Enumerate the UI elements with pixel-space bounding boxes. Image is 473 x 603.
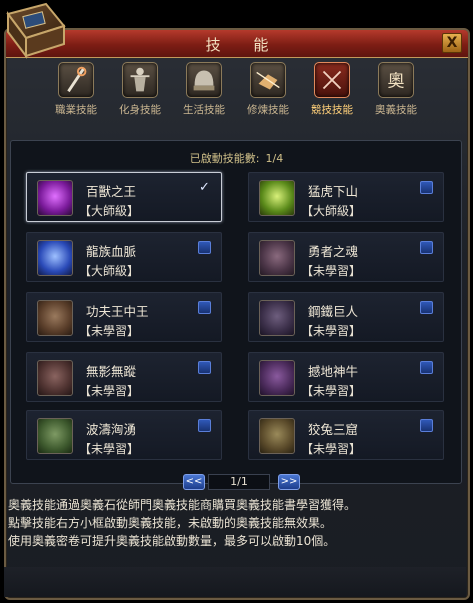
- skill-activate-checkbox[interactable]: [420, 181, 433, 194]
- tab-label: 修煉技能: [247, 104, 289, 116]
- ao-glyph-icon: 奧: [378, 62, 414, 98]
- description-line: 點擊技能右方小框啟動奧義技能，未啟動的奧義技能無效果。: [8, 516, 333, 530]
- bull-icon: [259, 360, 295, 396]
- skill-level: 【未學習】: [301, 264, 362, 278]
- next-page-button[interactable]: >>: [278, 474, 300, 490]
- skill-slot[interactable]: 波濤洶湧 【未學習】: [26, 410, 222, 460]
- skill-level: 【未學習】: [79, 324, 140, 338]
- skill-slot[interactable]: 功夫王中王 【未學習】: [26, 292, 222, 342]
- skill-name: 勇者之魂: [308, 244, 359, 259]
- lion-icon: [37, 180, 73, 216]
- enabled-count: 1/4: [265, 152, 284, 165]
- skill-activate-checkbox[interactable]: [198, 361, 211, 374]
- skill-activate-checkbox[interactable]: [198, 419, 211, 432]
- skill-name: 撼地神牛: [308, 364, 359, 379]
- skill-level: 【未學習】: [79, 442, 140, 456]
- skill-name: 無影無蹤: [86, 364, 137, 379]
- giant-icon: [259, 300, 295, 336]
- skill-level: 【未學習】: [301, 442, 362, 456]
- skill-activate-checkbox[interactable]: [420, 419, 433, 432]
- tab-profession-skills[interactable]: 職業技能: [46, 62, 106, 117]
- skill-name: 功夫王中王: [86, 304, 149, 319]
- warrior-icon: [122, 62, 158, 98]
- fist-icon: [250, 62, 286, 98]
- skill-name: 波濤洶湧: [86, 422, 137, 437]
- skill-name: 龍族血脈: [86, 244, 137, 259]
- skill-level: 【未學習】: [79, 384, 140, 398]
- skill-level: 【大師級】: [79, 204, 140, 218]
- skill-activate-checkbox[interactable]: ✓: [198, 181, 211, 194]
- skill-slot[interactable]: 龍族血脈 【大師級】: [26, 232, 222, 282]
- skill-name: 猛虎下山: [308, 184, 359, 199]
- tab-label: 職業技能: [55, 104, 97, 116]
- kungfu-icon: [37, 300, 73, 336]
- tab-label: 生活技能: [183, 104, 225, 116]
- tab-label: 奧義技能: [375, 104, 417, 116]
- tiger-icon: [259, 180, 295, 216]
- tab-arena-skills[interactable]: 競技技能: [302, 62, 362, 117]
- skill-activate-checkbox[interactable]: [420, 361, 433, 374]
- shadow-icon: [37, 360, 73, 396]
- crossed-swords-icon: [314, 62, 350, 98]
- tab-life-skills[interactable]: 生活技能: [174, 62, 234, 117]
- window-footer: [4, 567, 466, 597]
- skill-slot[interactable]: 狡兔三窟 【未學習】: [248, 410, 444, 460]
- description-line: 奧義技能通過奧義石從師門奧義技能商購買奧義技能書學習獲得。: [8, 498, 357, 512]
- skill-level: 【大師級】: [79, 264, 140, 278]
- skill-slot[interactable]: 鋼鐵巨人 【未學習】: [248, 292, 444, 342]
- dragon-icon: [37, 240, 73, 276]
- skill-slot[interactable]: 撼地神牛 【未學習】: [248, 352, 444, 402]
- soul-icon: [259, 240, 295, 276]
- description-line: 使用奧義密卷可提升奧義技能啟動數量，最多可以啟動10個。: [8, 534, 336, 548]
- tab-avatar-skills[interactable]: 化身技能: [110, 62, 170, 117]
- enabled-skill-count: 已啟動技能數: 1/4: [0, 150, 473, 166]
- page-indicator: 1/1: [208, 474, 270, 490]
- tab-label: 化身技能: [119, 104, 161, 116]
- tab-label: 競技技能: [311, 104, 353, 116]
- tab-training-skills[interactable]: 修煉技能: [238, 62, 298, 117]
- skill-level: 【大師級】: [301, 204, 362, 218]
- tab-ultimate-skills[interactable]: 奧 奧義技能: [366, 62, 426, 117]
- rabbit-icon: [259, 418, 295, 454]
- title-bar[interactable]: 技 能 X: [6, 30, 468, 58]
- skill-level: 【未學習】: [301, 384, 362, 398]
- skill-name: 百獸之王: [86, 184, 137, 199]
- staff-icon: [58, 62, 94, 98]
- description-text: 奧義技能通過奧義石從師門奧義技能商購買奧義技能書學習獲得。 點擊技能右方小框啟動…: [8, 496, 464, 560]
- skill-slot[interactable]: 勇者之魂 【未學習】: [248, 232, 444, 282]
- skill-activate-checkbox[interactable]: [420, 301, 433, 314]
- svg-text:奧: 奧: [388, 72, 405, 92]
- prev-page-button[interactable]: <<: [183, 474, 205, 490]
- window-title: 技 能: [205, 36, 283, 54]
- skill-slot[interactable]: 猛虎下山 【大師級】: [248, 172, 444, 222]
- skill-book-icon: [6, 2, 66, 59]
- skill-activate-checkbox[interactable]: [420, 241, 433, 254]
- close-button[interactable]: X: [442, 33, 462, 53]
- enabled-label: 已啟動技能數:: [189, 152, 260, 165]
- pager: << 1/1 >>: [0, 474, 473, 492]
- skill-level: 【未學習】: [301, 324, 362, 338]
- skill-activate-checkbox[interactable]: [198, 301, 211, 314]
- skill-slot[interactable]: 百獸之王 【大師級】 ✓: [26, 172, 222, 222]
- skill-activate-checkbox[interactable]: [198, 241, 211, 254]
- skill-category-tabs: 職業技能 化身技能 生活技能 修煉技能 競技技能 奧 奧義技能: [46, 62, 426, 118]
- helmet-icon: [186, 62, 222, 98]
- wave-icon: [37, 418, 73, 454]
- skill-slot[interactable]: 無影無蹤 【未學習】: [26, 352, 222, 402]
- skill-name: 鋼鐵巨人: [308, 304, 359, 319]
- skill-name: 狡兔三窟: [308, 422, 359, 437]
